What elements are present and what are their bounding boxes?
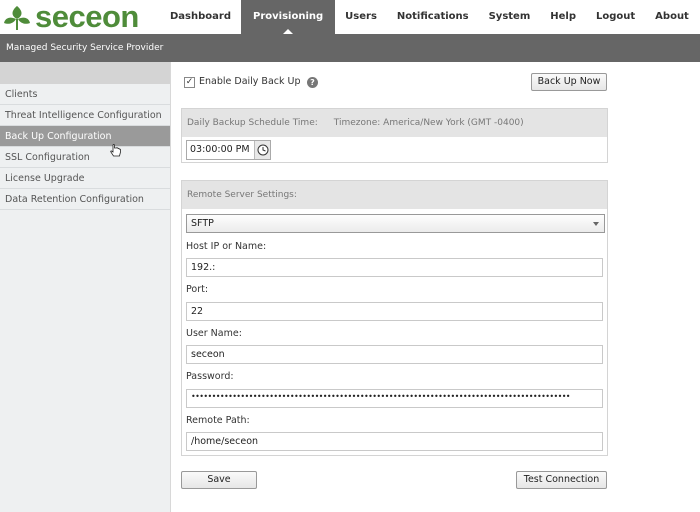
port-label: Port:	[186, 284, 209, 295]
nav-logout[interactable]: Logout	[586, 0, 645, 34]
remote-path-label: Remote Path:	[186, 415, 250, 426]
clock-icon	[257, 144, 268, 156]
sidebar: Clients Threat Intelligence Configuratio…	[0, 62, 171, 512]
back-up-now-button[interactable]: Back Up Now	[531, 73, 607, 91]
remote-path-value: /home/seceon	[191, 436, 259, 447]
logo-text: seceon	[35, 0, 139, 34]
hand-cursor-icon	[110, 144, 121, 157]
time-value: 03:00:00 PM	[190, 144, 250, 155]
help-icon[interactable]: ?	[307, 77, 318, 88]
nav-notifications[interactable]: Notifications	[387, 0, 479, 34]
port-value: 22	[191, 306, 204, 317]
chevron-down-icon	[593, 222, 599, 226]
nav-dashboard[interactable]: Dashboard	[160, 0, 241, 34]
nav-system[interactable]: System	[479, 0, 541, 34]
schedule-panel: Daily Backup Schedule Time: Timezone: Ame…	[181, 108, 608, 163]
sidebar-item-license-upgrade[interactable]: License Upgrade	[0, 168, 170, 189]
nav-provisioning[interactable]: Provisioning	[241, 0, 336, 34]
clock-button[interactable]	[254, 141, 270, 159]
password-value: ••••••••••••••••••••••••••••••••••••••••…	[191, 392, 571, 401]
nav-about[interactable]: About	[645, 0, 699, 34]
protocol-select[interactable]: SFTP	[186, 214, 605, 233]
schedule-label: Daily Backup Schedule Time:	[187, 118, 318, 128]
remote-server-panel: Remote Server Settings: SFTP Host IP or …	[181, 180, 608, 456]
username-input[interactable]: seceon	[186, 345, 603, 364]
password-label: Password:	[186, 371, 234, 382]
enable-backup-label: Enable Daily Back Up	[199, 76, 301, 87]
host-input[interactable]: 192.:	[186, 258, 603, 277]
remote-path-input[interactable]: /home/seceon	[186, 432, 603, 451]
timezone-label: Timezone: America/New York (GMT -0400)	[333, 118, 524, 128]
sidebar-item-backup-configuration[interactable]: Back Up Configuration	[0, 126, 170, 147]
enable-backup-row: ✓ Enable Daily Back Up ? Back Up Now	[183, 73, 607, 93]
save-button[interactable]: Save	[181, 471, 257, 489]
protocol-value: SFTP	[191, 218, 214, 229]
time-input[interactable]: 03:00:00 PM	[186, 140, 271, 160]
logo[interactable]: seceon	[2, 0, 139, 34]
test-connection-button[interactable]: Test Connection	[516, 471, 607, 489]
host-label: Host IP or Name:	[186, 241, 267, 252]
remote-server-header: Remote Server Settings:	[182, 181, 607, 209]
subtitle-bar: Managed Security Service Provider	[0, 34, 700, 62]
sidebar-item-data-retention[interactable]: Data Retention Configuration	[0, 189, 170, 210]
password-input[interactable]: ••••••••••••••••••••••••••••••••••••••••…	[186, 389, 603, 408]
username-label: User Name:	[186, 328, 242, 339]
sidebar-item-ssl-configuration[interactable]: SSL Configuration	[0, 147, 170, 168]
leaf-logo-icon	[4, 6, 30, 30]
nav-help[interactable]: Help	[540, 0, 586, 34]
enable-backup-checkbox[interactable]: ✓	[184, 77, 195, 88]
sidebar-item-threat-intelligence[interactable]: Threat Intelligence Configuration	[0, 105, 170, 126]
host-value: 192.:	[191, 262, 216, 273]
top-bar: seceon Dashboard Provisioning Users Noti…	[0, 0, 700, 34]
main-nav: Dashboard Provisioning Users Notificatio…	[160, 0, 699, 34]
sidebar-item-clients[interactable]: Clients	[0, 84, 170, 105]
username-value: seceon	[191, 349, 225, 360]
nav-users[interactable]: Users	[335, 0, 387, 34]
port-input[interactable]: 22	[186, 302, 603, 321]
schedule-header: Daily Backup Schedule Time: Timezone: Ame…	[182, 109, 607, 137]
sidebar-header	[0, 62, 170, 84]
